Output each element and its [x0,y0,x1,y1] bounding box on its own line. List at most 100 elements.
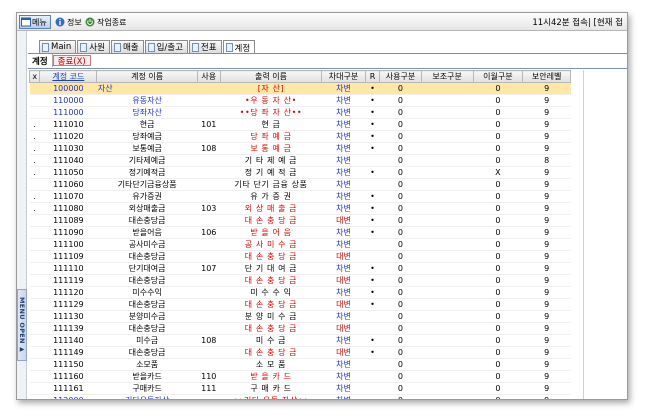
table-row[interactable]: 111139 대손충당금 대 손 충 당 금 대변 0 0 9 [29,322,571,335]
usage-code [197,322,221,335]
account-name: 미수수익 [96,286,198,299]
table-row[interactable]: 110000 유동자산 •우 동 자 산• 차변 • 0 0 9 [29,94,571,107]
table-row[interactable]: 111129 대손충당금 대 손 충 당 금 대변 • 0 0 9 [29,298,571,311]
debit-credit: 차변 [321,382,366,395]
print-name: 미 수 수 익 [220,286,322,299]
debit-credit: 차변 [321,238,366,251]
r-flag [365,370,380,383]
account-name: 자산 [96,82,198,95]
account-code: 111100 [39,238,97,251]
table-row[interactable]: . 111020 당좌예금 당 좌 예 금 차변 • 0 0 9 [29,130,571,143]
table-row[interactable]: 111119 대손충당금 대 손 충 당 금 대변 • 0 0 9 [29,274,571,287]
table-row[interactable]: 111100 공사미수금 공 사 미 수 금 차변 0 0 9 [29,238,571,251]
tab-module-0[interactable]: Main [39,40,77,53]
info-button[interactable]: 정보 [55,16,82,28]
tab-account[interactable]: 계정 [28,54,53,67]
column-header-5[interactable]: 차대구분 [321,70,366,83]
tab-module-3[interactable]: 입/출고 [144,40,188,53]
carry-type: 0 [473,94,523,107]
security-level: 9 [522,334,571,347]
table-row[interactable]: 111140 미수금 108 미 수 금 차변 • 0 0 9 [29,334,571,347]
row-marker: . [29,190,40,203]
table-row[interactable]: 111160 받을카드 110 받 을 카 드 차변 0 0 9 [29,370,571,383]
row-marker [29,274,40,287]
tab-module-5[interactable]: 계정 [222,40,256,54]
account-name: 대손충당금 [96,274,198,287]
table-row[interactable]: . 111080 외상매출금 103 외 상 매 출 금 차변 • 0 0 9 [29,202,571,215]
usage-code: 108 [197,334,221,347]
debit-credit: 차변 [321,130,366,143]
column-header-3[interactable]: 사용 [196,70,221,83]
print-name: 구 매 카 드 [220,382,322,395]
exit-button[interactable]: 작업종료 [85,16,126,28]
table-row[interactable]: 111089 대손충당금 대 손 충 당 금 대변 • 0 0 9 [29,214,571,227]
exit-label: 작업종료 [97,17,127,27]
table-row[interactable]: 111150 소모품 소 모 품 차변 0 0 9 [29,358,571,371]
carry-type: 0 [473,130,523,143]
usage-code [197,274,221,287]
menu-open-toggle[interactable]: MENU OPEN ▶ [17,289,27,361]
info-icon [55,17,65,27]
table-row[interactable]: 100000 자산 [자 산] 차변 • 0 0 9 [29,82,571,95]
column-header-9[interactable]: 이월구분 [472,70,524,83]
account-code: 111119 [39,274,97,287]
table-row[interactable]: 111120 미수수익 미 수 수 익 차변 • 0 0 9 [29,286,571,299]
usage-code [197,154,221,167]
aux-type [421,130,474,143]
column-header-8[interactable]: 보조구분 [420,70,474,83]
usage-type: 0 [379,370,422,383]
left-strip: MENU OPEN ▶ [17,31,27,399]
column-header-4[interactable]: 출력 이름 [219,70,323,83]
usage-type: 0 [379,250,422,263]
table-row[interactable]: 111109 대손충당금 대 손 충 당 금 대변 0 0 9 [29,250,571,263]
column-header-10[interactable]: 보안레벨 [522,70,571,83]
table-row[interactable]: . 111070 유가증권 유 가 증 권 차변 • 0 0 9 [29,190,571,203]
table-row[interactable]: . 111050 정기예적금 정 기 예 적 금 차변 • 0 X 9 [29,166,571,179]
account-name: 대손충당금 [96,346,198,359]
usage-type: 0 [379,262,422,275]
row-marker: . [29,130,40,143]
tab-divider [28,53,627,54]
account-code: 111120 [39,286,97,299]
page-icon [80,42,88,52]
aux-type [421,358,474,371]
print-name: 기타 단기 금융 상품 [220,178,322,191]
tab-module-2[interactable]: 매출 [110,40,144,53]
account-name: 받을카드 [96,370,198,383]
table-row[interactable]: 111060 기타단기금융상품 기타 단기 금융 상품 차변 0 0 9 [29,178,571,191]
table-row[interactable]: 111090 받을어음 106 받 을 어 음 차변 • 0 0 9 [29,226,571,239]
menu-button[interactable]: 메뉴 [19,15,51,29]
power-icon [85,17,95,27]
close-button[interactable]: 종료(X) [52,55,91,67]
column-header-1[interactable]: 계정 코드 [39,70,98,83]
debit-credit: 차변 [321,82,366,95]
tab-module-4[interactable]: 전표 [188,40,222,53]
menu-label: 메뉴 [32,17,47,27]
table-row[interactable]: . 111030 보통예금 108 보 통 예 금 차변 • 0 0 9 [29,142,571,155]
debit-credit: 대변 [321,298,366,311]
row-marker: . [29,154,40,167]
table-row[interactable]: 111110 단기대여금 107 단 기 대 여 금 차변 • 0 0 9 [29,262,571,275]
usage-type: 0 [379,358,422,371]
table-row[interactable]: 111149 대손충당금 대 손 충 당 금 대변 • 0 0 9 [29,346,571,359]
row-marker: . [29,202,40,215]
usage-code [197,178,221,191]
table-row[interactable]: 112000기타유동자산••기타 유동 자산••차변009 [29,394,571,399]
tab-module-1[interactable]: 사원 [77,40,110,53]
table-row[interactable]: 111130 분양미수금 분 양 미 수 금 차변 0 0 9 [29,310,571,323]
table-row[interactable]: . 111010 현금 101 현 금 차변 • 0 0 9 [29,118,571,131]
usage-code: 108 [197,142,221,155]
column-header-6[interactable]: R [364,70,381,83]
column-header-2[interactable]: 계정 이름 [96,70,198,83]
column-header-7[interactable]: 사용구분 [379,70,422,83]
column-header-0[interactable]: x [29,70,41,83]
usage-code [197,310,221,323]
table-row[interactable]: . 111040 기타제예금 기 타 제 예 금 차변 0 0 8 [29,154,571,167]
table-row[interactable]: 111161 구매카드 111 구 매 카 드 차변 0 0 9 [29,382,571,395]
account-code: 100000 [39,82,97,95]
row-marker [29,238,40,251]
table-row[interactable]: 111000 당좌자산 ••당 좌 자 산•• 차변 • 0 0 9 [29,106,571,119]
account-name: 대손충당금 [96,214,198,227]
account-name: 소모품 [96,358,198,371]
print-name: 보 통 예 금 [220,142,322,155]
